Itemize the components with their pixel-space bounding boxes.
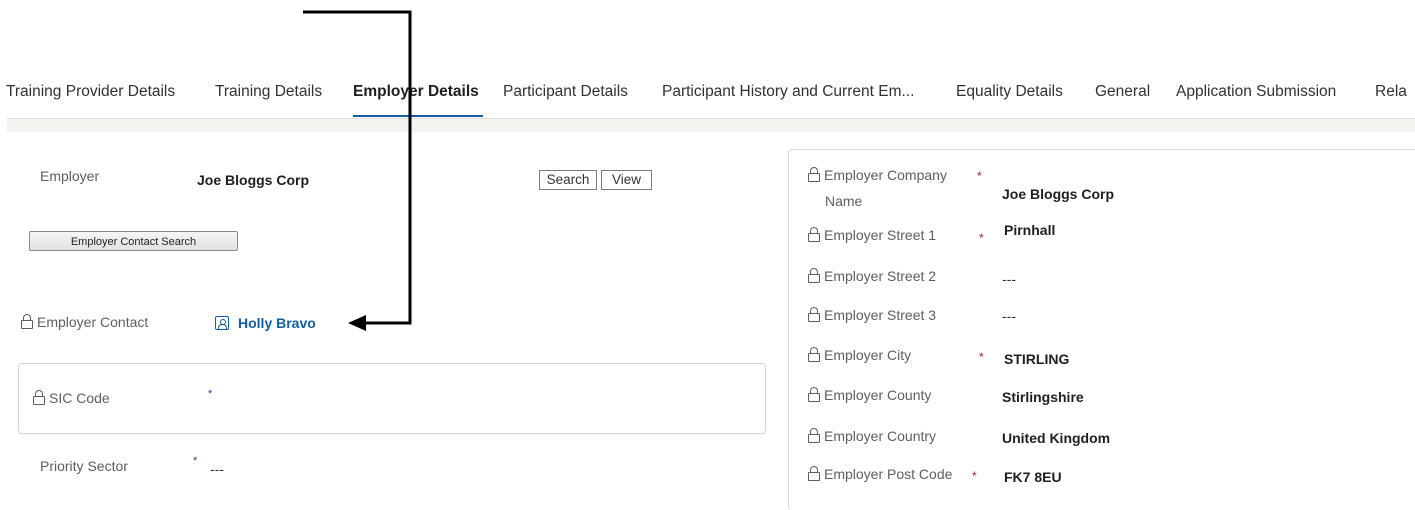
annotation-arrow bbox=[303, 10, 412, 331]
arrow-head-icon bbox=[348, 315, 366, 331]
annotation-arrow-line bbox=[303, 10, 412, 325]
